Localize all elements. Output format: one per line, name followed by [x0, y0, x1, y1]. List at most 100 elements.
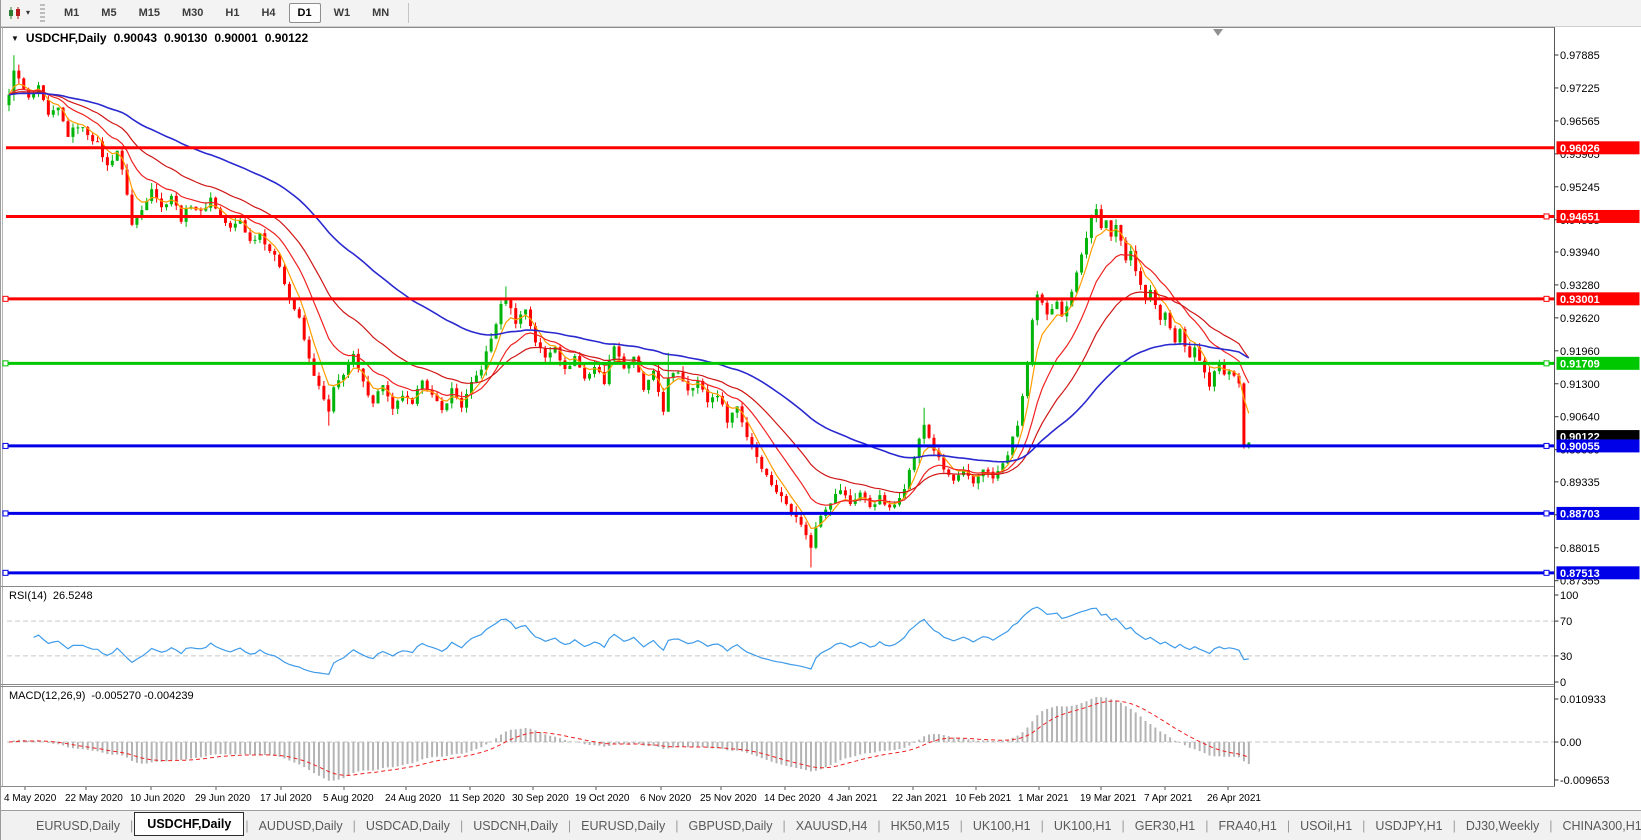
y-axis-tick-label: 0.89335	[1560, 477, 1600, 489]
timeframe-button-m30[interactable]: M30	[173, 3, 212, 23]
rsi-axis-label: 100	[1560, 590, 1578, 602]
hline-price-text: 0.93001	[1560, 294, 1600, 306]
y-axis-tick-label: 0.93280	[1560, 280, 1600, 292]
tab-dj30-weekly[interactable]: DJ30,Weekly	[1457, 816, 1548, 836]
rsi-axis-label: 0	[1560, 677, 1566, 689]
chart-type-button[interactable]: ▾	[1, 2, 36, 24]
tab-gbpusd-daily[interactable]: GBPUSD,Daily	[679, 816, 781, 836]
tab-audusd-daily[interactable]: AUDUSD,Daily	[250, 816, 352, 836]
toolbar-grip[interactable]	[40, 4, 46, 22]
y-axis-tick-label: 0.91300	[1560, 379, 1600, 391]
y-axis-tick-label: 0.92620	[1560, 313, 1600, 325]
tab-uk100-h1[interactable]: UK100,H1	[964, 816, 1040, 836]
open-value: 0.90043	[113, 31, 157, 45]
x-axis-date-label: 1 Mar 2021	[1018, 793, 1069, 804]
tab-separator: |	[675, 818, 679, 833]
x-axis-date-label: 6 Nov 2020	[640, 793, 692, 804]
y-axis-tick-label: 0.95245	[1560, 182, 1600, 194]
hline-price-text: 0.88703	[1560, 508, 1600, 520]
macd-axis-label: 0.010933	[1560, 694, 1606, 706]
tab-separator: |	[567, 818, 572, 833]
tab-china300-h1[interactable]: CHINA300,H1	[1554, 816, 1641, 836]
timeframe-button-m5[interactable]: M5	[92, 3, 125, 23]
timeframe-toolbar: ▾ M1 M5 M15 M30 H1 H4 D1 W1 MN	[1, 0, 1641, 27]
tab-usdcad-daily[interactable]: USDCAD,Daily	[357, 816, 459, 836]
y-axis-tick-label: 0.96565	[1560, 116, 1600, 128]
x-axis-date-label: 10 Feb 2021	[955, 793, 1012, 804]
tab-usoil-h1[interactable]: USOil,H1	[1291, 816, 1361, 836]
hline-price-text: 0.96026	[1560, 143, 1600, 155]
hline-price-text: 0.87513	[1560, 568, 1600, 580]
timeframe-button-h1[interactable]: H1	[216, 3, 248, 23]
tab-xauusd-h4[interactable]: XAUUSD,H4	[787, 816, 877, 836]
timeframe-button-m15[interactable]: M15	[130, 3, 169, 23]
rsi-axis-label: 30	[1560, 651, 1572, 663]
collapse-indicator-icon[interactable]: ▼	[11, 34, 19, 43]
rsi-current-value: 26.5248	[52, 590, 93, 602]
close-value: 0.90122	[264, 31, 309, 45]
rsi-name: RSI(14)	[9, 590, 47, 602]
timeframe-buttons: M1 M5 M15 M30 H1 H4 D1 W1 MN	[53, 3, 400, 23]
rsi-indicator-label: RSI(14) 26.5248	[9, 590, 93, 602]
y-axis-tick-label: 0.93940	[1560, 247, 1600, 259]
tab-ger30-h1[interactable]: GER30,H1	[1126, 816, 1204, 836]
tab-separator: |	[1286, 818, 1291, 833]
x-axis-date-label: 4 Jan 2021	[828, 793, 878, 804]
tab-separator: |	[1040, 818, 1044, 833]
x-axis-date-label: 29 Jun 2020	[195, 793, 250, 804]
hline-price-text: 0.90055	[1560, 441, 1600, 453]
y-axis-tick-label: 0.88015	[1560, 543, 1600, 555]
y-axis-tick-label: 0.97225	[1560, 83, 1600, 95]
x-axis-date-label: 19 Oct 2020	[575, 793, 630, 804]
x-axis-date-label: 22 May 2020	[65, 793, 123, 804]
x-axis-date-label: 26 Apr 2021	[1207, 793, 1261, 804]
hline-price-text: 0.91709	[1560, 358, 1600, 370]
tab-separator: |	[1121, 818, 1125, 833]
macd-axis-label: 0.00	[1560, 737, 1581, 749]
tab-separator: |	[959, 818, 963, 833]
tab-fra40-h1[interactable]: FRA40,H1	[1209, 816, 1285, 836]
timeframe-button-m1[interactable]: M1	[55, 3, 88, 23]
macd-current-values: -0.005270 -0.004239	[91, 690, 194, 702]
timeframe-button-mn[interactable]: MN	[363, 3, 398, 23]
tab-separator: |	[1549, 818, 1553, 833]
x-axis-date-label: 25 Nov 2020	[700, 793, 757, 804]
x-axis-date-label: 14 Dec 2020	[764, 793, 821, 804]
trading-terminal-window: ▾ M1 M5 M15 M30 H1 H4 D1 W1 MN 0.97885 0.97225 0.9…	[0, 0, 1641, 840]
x-axis-date-label: 4 May 2020	[4, 793, 57, 804]
x-axis-date-label: 10 Jun 2020	[130, 793, 185, 804]
x-axis-date-label: 17 Jul 2020	[260, 793, 312, 804]
high-value: 0.90130	[164, 31, 208, 45]
toolbar-separator	[408, 3, 410, 23]
tab-eurusd-daily[interactable]: EURUSD,Daily	[572, 816, 674, 836]
timeframe-button-w1[interactable]: W1	[325, 3, 360, 23]
chevron-down-icon: ▾	[26, 8, 31, 17]
timeframe-button-h4[interactable]: H4	[252, 3, 284, 23]
x-axis-date-label: 30 Sep 2020	[512, 793, 569, 804]
tab-separator: |	[877, 818, 881, 833]
tab-usdcnh-daily[interactable]: USDCNH,Daily	[464, 816, 567, 836]
tab-hk50-m15[interactable]: HK50,M15	[882, 816, 959, 836]
low-value: 0.90001	[214, 31, 258, 45]
y-axis-tick-label: 0.91960	[1560, 346, 1600, 358]
x-axis-date-label: 5 Aug 2020	[323, 793, 374, 804]
macd-indicator-label: MACD(12,26,9) -0.005270 -0.004239	[9, 690, 194, 702]
tab-separator: |	[245, 818, 249, 833]
y-axis-tick-label: 0.90640	[1560, 412, 1600, 424]
y-axis-tick-label: 0.97885	[1560, 50, 1600, 62]
rsi-axis-label: 70	[1560, 616, 1572, 628]
tab-usdchf-daily[interactable]: USDCHF,Daily	[134, 812, 245, 836]
tab-uk100-h1[interactable]: UK100,H1	[1045, 816, 1121, 836]
tab-separator: |	[1362, 818, 1366, 833]
tab-separator: |	[1205, 818, 1209, 833]
x-axis-date-label: 24 Aug 2020	[385, 793, 442, 804]
x-axis-date-label: 11 Sep 2020	[449, 793, 505, 804]
symbol-label: USDCHF,Daily	[25, 31, 107, 45]
macd-axis-label: -0.009653	[1560, 775, 1610, 787]
candlestick-chart-icon	[9, 7, 20, 19]
timeframe-button-d1[interactable]: D1	[288, 3, 321, 23]
chart-canvas[interactable]: 0.978850.972250.965650.959050.952450.945…	[1, 26, 1641, 810]
tab-eurusd-daily[interactable]: EURUSD,Daily	[27, 816, 129, 836]
chart-background	[1, 26, 1641, 810]
tab-usdjpy-h1[interactable]: USDJPY,H1	[1366, 816, 1451, 836]
